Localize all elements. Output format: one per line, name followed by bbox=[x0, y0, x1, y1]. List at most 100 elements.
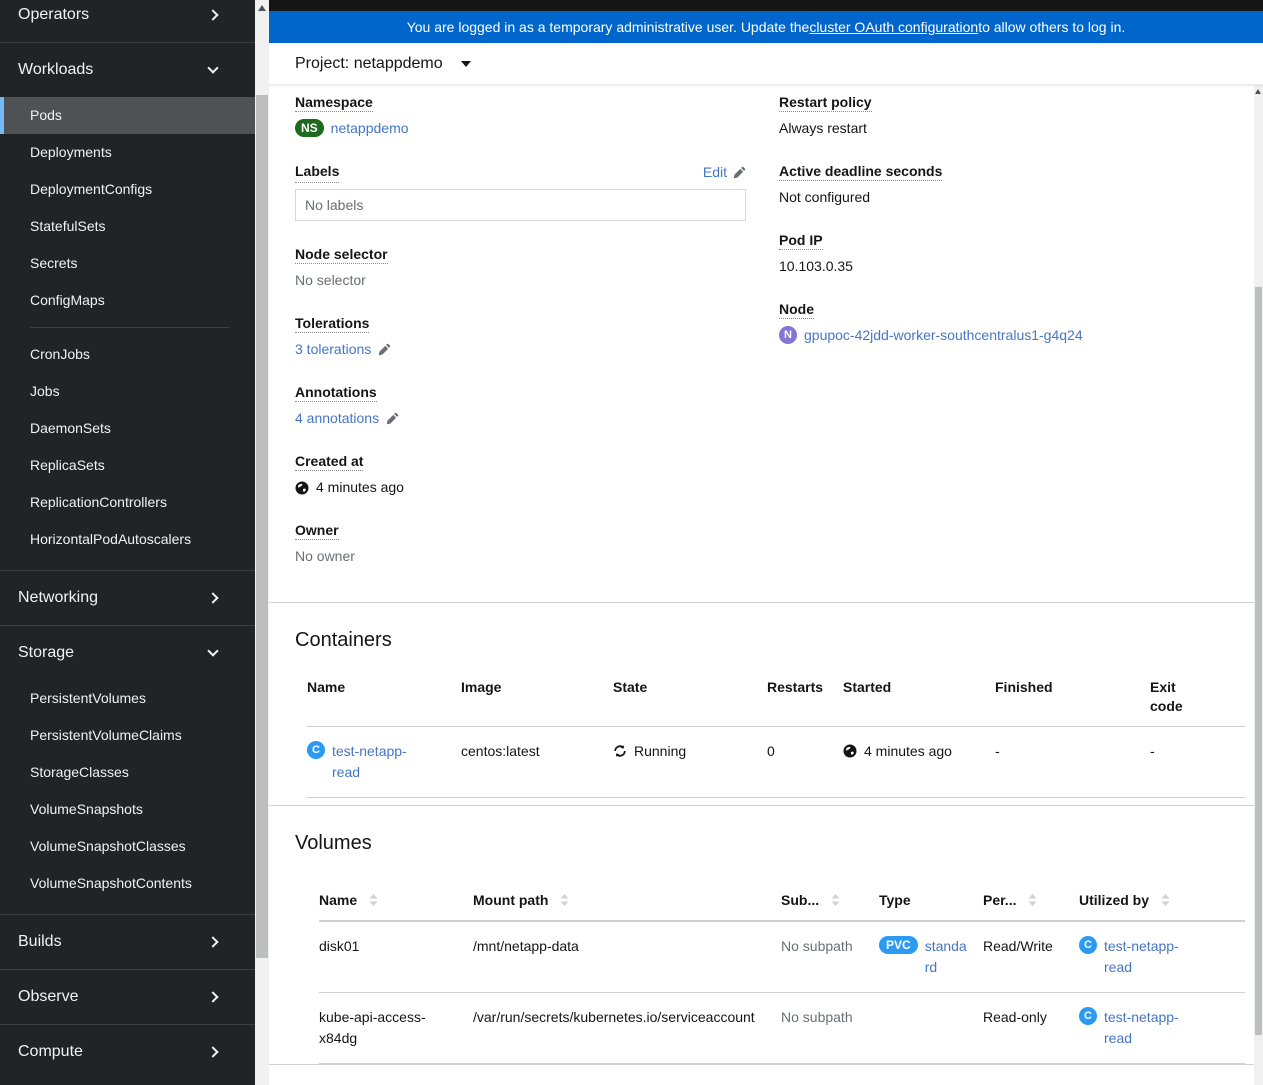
field-node: Node N gpupoc-42jdd-worker-southcentralu… bbox=[779, 299, 1245, 345]
sidebar-section-label: Storage bbox=[18, 644, 75, 661]
field-pod-ip: Pod IP 10.103.0.35 bbox=[779, 230, 1245, 276]
sidebar-item-volumesnapshotclasses[interactable]: VolumeSnapshotClasses bbox=[0, 828, 255, 865]
table-cell: Read/Write bbox=[983, 938, 1053, 954]
resource-link[interactable]: standard bbox=[925, 936, 971, 978]
node-selector-value: No selector bbox=[295, 272, 366, 288]
namespace-badge-icon: NS bbox=[295, 119, 324, 137]
sidebar-item-horizontalpodautoscalers[interactable]: HorizontalPodAutoscalers bbox=[0, 521, 255, 558]
field-label: Labels bbox=[295, 161, 340, 183]
masthead-edge bbox=[269, 0, 1263, 11]
sidebar-item-cronjobs[interactable]: CronJobs bbox=[0, 336, 255, 373]
active-deadline-value: Not configured bbox=[779, 189, 871, 205]
table-cell: PVC standard bbox=[879, 922, 983, 992]
sidebar-item-replicasets[interactable]: ReplicaSets bbox=[0, 447, 255, 484]
chevron-right-icon bbox=[207, 592, 219, 604]
sort-icon[interactable] bbox=[560, 894, 569, 906]
column-header-utilized-by[interactable]: Utilized by bbox=[1079, 887, 1245, 920]
table-row: kube-api-access-x84dg/var/run/secrets/ku… bbox=[319, 993, 1245, 1064]
sidebar-item-jobs[interactable]: Jobs bbox=[0, 373, 255, 410]
main-scrollbar-thumb[interactable] bbox=[1255, 287, 1262, 1035]
sidebar-section-compute[interactable]: Compute bbox=[0, 1024, 255, 1079]
node-badge-icon: N bbox=[779, 326, 797, 344]
caret-down-icon[interactable] bbox=[460, 60, 471, 67]
sync-icon bbox=[614, 745, 626, 757]
column-header-per-[interactable]: Per... bbox=[983, 887, 1079, 920]
tolerations-link[interactable]: 3 tolerations bbox=[295, 339, 371, 359]
table-cell: /mnt/netapp-data bbox=[473, 938, 579, 954]
column-header-restarts: Restarts bbox=[767, 679, 824, 695]
sidebar-section-label: Compute bbox=[18, 1043, 83, 1060]
oauth-config-link[interactable]: cluster OAuth configuration bbox=[809, 19, 978, 35]
sidebar-section-operators[interactable]: Operators bbox=[0, 0, 255, 42]
sidebar-section-workloads[interactable]: Workloads bbox=[0, 42, 255, 97]
table-row: Ctest-netapp-read centos:latest Running 0 4 … bbox=[307, 727, 1245, 798]
sidebar-section-label: Operators bbox=[18, 6, 90, 23]
labels-box: No labels bbox=[295, 189, 746, 221]
sidebar-section-label: Builds bbox=[18, 933, 62, 950]
sidebar-section-label: Networking bbox=[18, 589, 99, 606]
namespace-link[interactable]: netappdemo bbox=[331, 118, 409, 138]
sort-icon[interactable] bbox=[831, 894, 840, 906]
volumes-section: Volumes Name Mount path Sub... Type Per... Ut… bbox=[269, 806, 1263, 1064]
pencil-icon[interactable] bbox=[386, 412, 399, 425]
table-cell: centos:latest bbox=[461, 743, 540, 759]
field-namespace: Namespace NS netappdemo bbox=[295, 92, 746, 138]
column-header-mount-path[interactable]: Mount path bbox=[473, 887, 781, 920]
resource-link[interactable]: test-netapp-read bbox=[1104, 1007, 1182, 1049]
scroll-up-icon[interactable] bbox=[258, 5, 266, 11]
main-scrollbar[interactable] bbox=[1254, 85, 1263, 1085]
sidebar-section-networking[interactable]: Networking bbox=[0, 570, 255, 625]
field-label: Tolerations bbox=[295, 315, 370, 333]
sidebar-item-secrets[interactable]: Secrets bbox=[0, 245, 255, 282]
sidebar-section-label: Observe bbox=[18, 988, 79, 1005]
container-badge-icon: C bbox=[1079, 1007, 1097, 1025]
sort-icon[interactable] bbox=[1028, 894, 1037, 906]
sidebar-item-volumesnapshots[interactable]: VolumeSnapshots bbox=[0, 791, 255, 828]
sidebar-item-daemonsets[interactable]: DaemonSets bbox=[0, 410, 255, 447]
sort-icon[interactable] bbox=[1161, 894, 1170, 906]
sidebar-item-configmaps[interactable]: ConfigMaps bbox=[0, 282, 255, 319]
pencil-icon[interactable] bbox=[378, 343, 391, 356]
sidebar-item-persistentvolumes[interactable]: PersistentVolumes bbox=[0, 680, 255, 717]
table-cell: /var/run/secrets/kubernetes.io/serviceac… bbox=[473, 1009, 755, 1025]
resource-link[interactable]: test-netapp-read bbox=[1104, 936, 1182, 978]
edit-labels-button[interactable]: Edit bbox=[703, 162, 746, 182]
sidebar-item-pods[interactable]: Pods bbox=[0, 97, 255, 134]
sidebar-section-label: Workloads bbox=[18, 61, 94, 78]
chevron-down-icon bbox=[207, 645, 219, 657]
banner-text: to allow others to log in. bbox=[978, 19, 1126, 35]
resource-link[interactable]: test-netapp-read bbox=[332, 741, 410, 783]
sidebar-item-statefulsets[interactable]: StatefulSets bbox=[0, 208, 255, 245]
sidebar-scrollbar[interactable] bbox=[255, 0, 269, 1085]
column-header-type: Type bbox=[879, 892, 911, 908]
column-header-image: Image bbox=[461, 679, 502, 695]
sidebar-item-persistentvolumeclaims[interactable]: PersistentVolumeClaims bbox=[0, 717, 255, 754]
node-link[interactable]: gpupoc-42jdd-worker-southcentralus1-g4q2… bbox=[804, 325, 1083, 345]
column-header-name[interactable]: Name bbox=[319, 887, 473, 920]
field-owner: Owner No owner bbox=[295, 520, 746, 566]
field-label: Active deadline seconds bbox=[779, 163, 943, 181]
field-label: Node bbox=[779, 301, 814, 319]
pvc-badge-icon: PVC bbox=[879, 936, 918, 954]
field-label: Restart policy bbox=[779, 94, 872, 112]
sidebar-item-storageclasses[interactable]: StorageClasses bbox=[0, 754, 255, 791]
column-header-exit-code: Exit code bbox=[1150, 679, 1183, 714]
nav-divider bbox=[30, 327, 229, 328]
annotations-link[interactable]: 4 annotations bbox=[295, 408, 379, 428]
project-selector[interactable]: Project: netappdemo bbox=[295, 55, 443, 73]
sidebar-item-deploymentconfigs[interactable]: DeploymentConfigs bbox=[0, 171, 255, 208]
column-header-sub-[interactable]: Sub... bbox=[781, 887, 879, 920]
sidebar-scrollbar-thumb[interactable] bbox=[256, 95, 268, 958]
scroll-up-icon[interactable] bbox=[1255, 89, 1261, 94]
sidebar-section-builds[interactable]: Builds bbox=[0, 914, 255, 969]
containers-section: Containers Name Image State Restarts Started… bbox=[269, 603, 1263, 805]
sidebar-section-observe[interactable]: Observe bbox=[0, 969, 255, 1024]
sort-icon[interactable] bbox=[369, 894, 378, 906]
sidebar-item-volumesnapshotcontents[interactable]: VolumeSnapshotContents bbox=[0, 865, 255, 902]
sidebar-section-storage[interactable]: Storage bbox=[0, 625, 255, 680]
created-at-value: 4 minutes ago bbox=[316, 479, 404, 495]
sidebar-item-deployments[interactable]: Deployments bbox=[0, 134, 255, 171]
table-cell: No subpath bbox=[781, 1009, 853, 1025]
table-cell: - bbox=[1150, 743, 1155, 759]
sidebar-item-replicationcontrollers[interactable]: ReplicationControllers bbox=[0, 484, 255, 521]
